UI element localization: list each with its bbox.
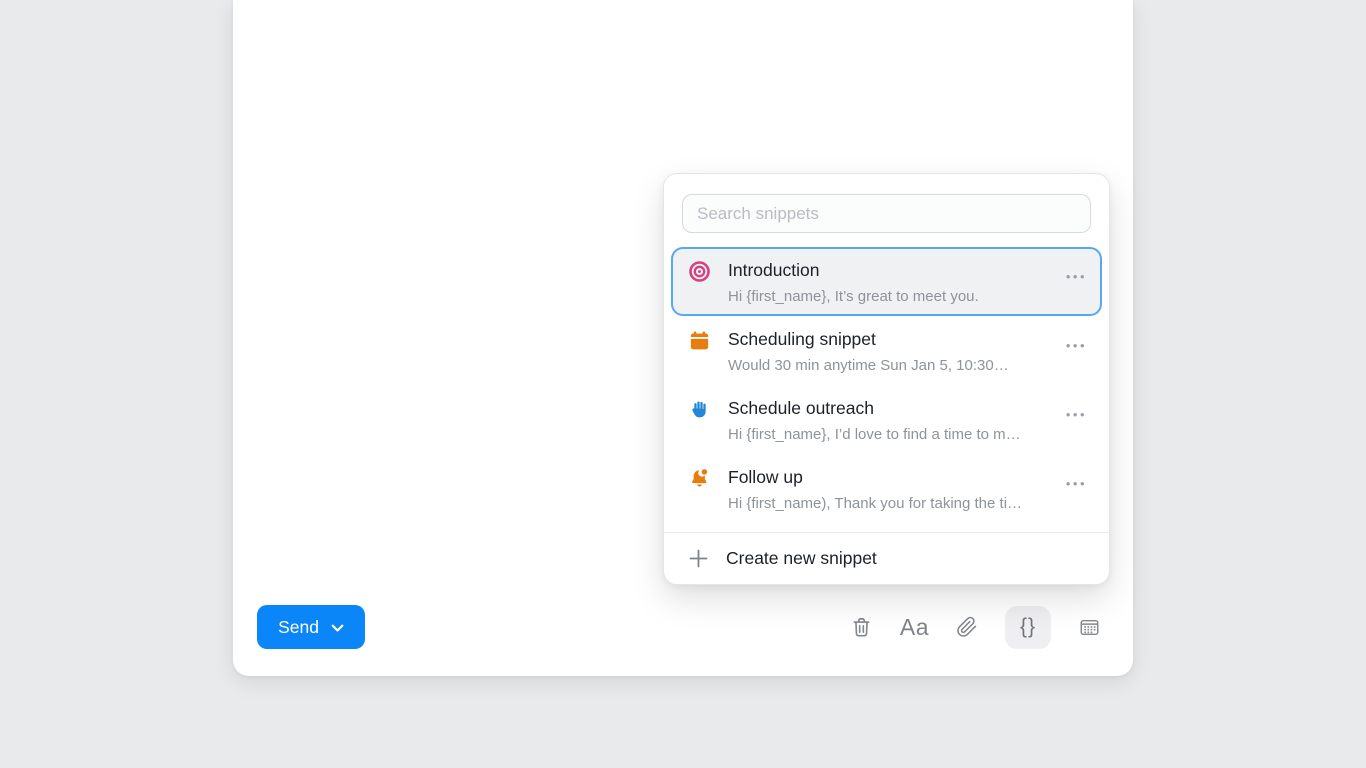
snippet-title: Schedule outreach	[728, 395, 1066, 421]
snippet-title: Scheduling snippet	[728, 326, 1066, 352]
attachment-icon[interactable]	[956, 616, 978, 638]
ellipsis-menu-icon[interactable]: •••	[1066, 471, 1087, 497]
snippet-item-schedule-outreach[interactable]: Schedule outreach Hi {first_name}, I’d l…	[671, 385, 1102, 454]
target-icon	[688, 260, 711, 283]
snippet-title: Follow up	[728, 464, 1066, 490]
calendar-icon	[688, 329, 711, 352]
composer-toolbar: Aa {}	[850, 605, 1101, 649]
snippets-popup: Introduction Hi {first_name}, It’s great…	[663, 173, 1110, 585]
snippet-preview: Hi {first_name}, I’d love to find a time…	[728, 421, 1066, 448]
snippets-button[interactable]: {}	[1005, 606, 1051, 649]
create-new-snippet-button[interactable]: Create new snippet	[664, 532, 1109, 584]
chevron-down-icon	[331, 624, 344, 633]
snippet-title: Introduction	[728, 257, 1066, 283]
ellipsis-menu-icon[interactable]: •••	[1066, 333, 1087, 359]
braces-icon: {}	[1020, 615, 1036, 639]
search-snippets-input[interactable]	[682, 194, 1091, 233]
send-button[interactable]: Send	[257, 605, 365, 649]
snippet-preview: Hi {first_name}, It’s great to meet you.	[728, 283, 1066, 310]
ellipsis-menu-icon[interactable]: •••	[1066, 264, 1087, 290]
plus-icon	[689, 549, 708, 568]
calendar-grid-icon[interactable]	[1078, 616, 1101, 639]
ellipsis-menu-icon[interactable]: •••	[1066, 402, 1087, 428]
trash-icon[interactable]	[850, 616, 873, 639]
bell-icon	[688, 467, 711, 490]
search-wrap	[664, 174, 1109, 247]
snippet-item-introduction[interactable]: Introduction Hi {first_name}, It’s great…	[671, 247, 1102, 316]
create-new-snippet-label: Create new snippet	[726, 548, 877, 569]
hand-icon	[688, 398, 711, 421]
snippet-preview: Would 30 min anytime Sun Jan 5, 10:30…	[728, 352, 1066, 379]
send-button-label: Send	[278, 617, 319, 638]
snippet-preview: Hi {first_name), Thank you for taking th…	[728, 490, 1066, 517]
snippet-item-scheduling-snippet[interactable]: Scheduling snippet Would 30 min anytime …	[671, 316, 1102, 385]
snippet-item-follow-up[interactable]: Follow up Hi {first_name), Thank you for…	[671, 454, 1102, 523]
text-format-icon[interactable]: Aa	[900, 614, 929, 641]
snippet-list: Introduction Hi {first_name}, It’s great…	[664, 247, 1109, 531]
